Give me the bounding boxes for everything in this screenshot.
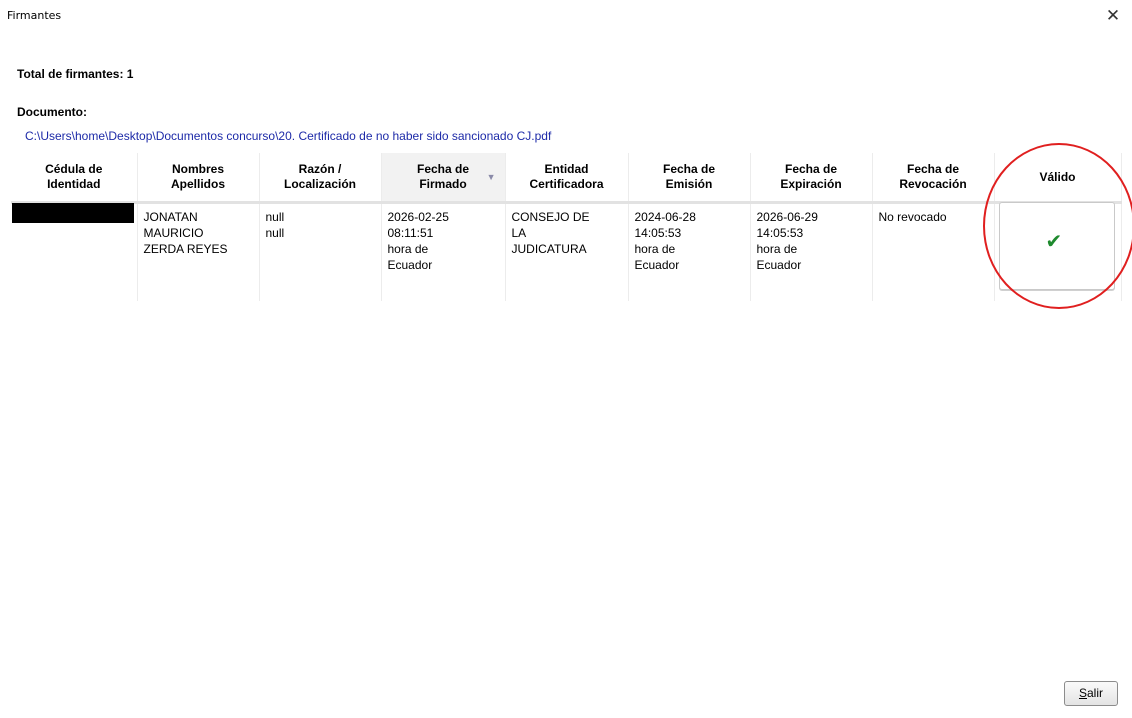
total-signers-label: Total de firmantes: 1 (17, 67, 134, 81)
signers-table: Cédula de Identidad Nombres Apellidos Razó… (11, 153, 1122, 301)
cell-valido: ✔ (994, 201, 1122, 301)
cell-fecha-emision: 2024-06-28 14:05:53 hora de Ecuador (628, 201, 751, 301)
column-header-fecha-expiracion[interactable]: Fecha de Expiración (750, 153, 873, 203)
cell-razon: null null (259, 201, 382, 301)
cell-fecha-expiracion: 2026-06-29 14:05:53 hora de Ecuador (750, 201, 873, 301)
redacted-id-block (12, 203, 134, 223)
table-header-row: Cédula de Identidad Nombres Apellidos Razó… (11, 153, 1122, 203)
column-header-cedula[interactable]: Cédula de Identidad (11, 153, 138, 203)
table-row[interactable]: JONATAN MAURICIO ZERDA REYES null null 2… (11, 201, 1122, 301)
column-header-razon[interactable]: Razón / Localización (259, 153, 382, 203)
column-header-valido[interactable]: Válido (994, 153, 1122, 203)
window-title: Firmantes (7, 9, 62, 22)
column-header-nombres[interactable]: Nombres Apellidos (137, 153, 260, 203)
cell-cedula (11, 201, 138, 301)
column-header-entidad[interactable]: Entidad Certificadora (505, 153, 629, 203)
valid-status-button[interactable]: ✔ (998, 202, 1115, 290)
close-icon[interactable]: ✕ (1102, 6, 1124, 26)
cell-fecha-firmado: 2026-02-25 08:11:51 hora de Ecuador (381, 201, 506, 301)
exit-button[interactable]: Salir (1064, 681, 1118, 706)
column-header-fecha-firmado[interactable]: Fecha de Firmado ▼ (381, 153, 506, 203)
sort-descending-icon: ▼ (486, 172, 496, 182)
cell-nombres: JONATAN MAURICIO ZERDA REYES (137, 201, 260, 301)
column-header-fecha-revocacion[interactable]: Fecha de Revocación (872, 153, 995, 203)
document-label: Documento: (17, 105, 87, 119)
cell-entidad: CONSEJO DE LA JUDICATURA (505, 201, 629, 301)
column-header-fecha-emision[interactable]: Fecha de Emisión (628, 153, 751, 203)
checkmark-icon: ✔ (1045, 229, 1063, 253)
document-path: C:\Users\home\Desktop\Documentos concurs… (25, 129, 552, 143)
cell-fecha-revocacion: No revocado (872, 201, 995, 301)
title-bar: Firmantes ✕ (0, 0, 1132, 32)
